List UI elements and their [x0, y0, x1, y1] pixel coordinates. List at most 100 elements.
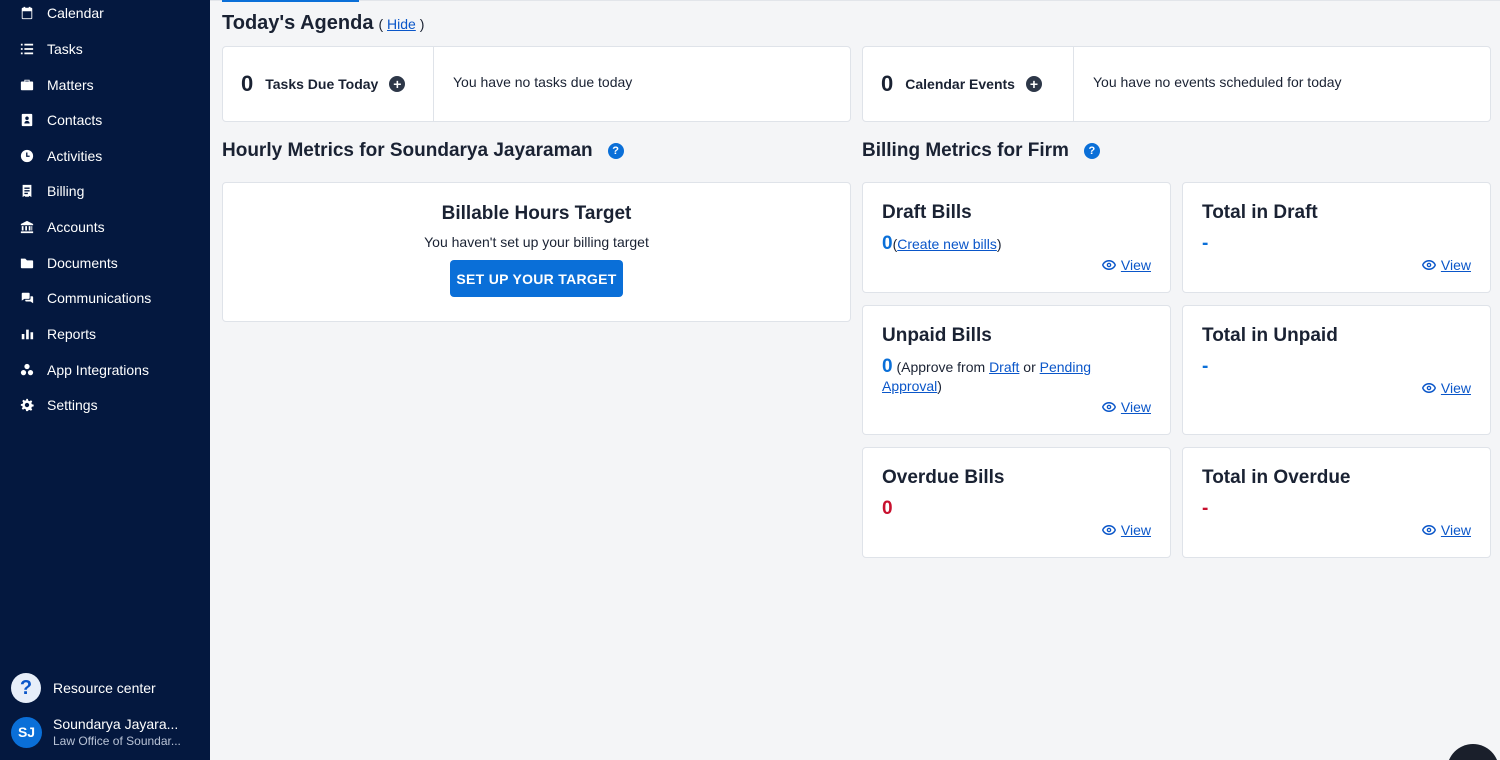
sidebar-item-label: Activities	[47, 148, 103, 164]
gear-icon	[19, 398, 34, 413]
sidebar-item-tasks[interactable]: Tasks	[0, 34, 210, 64]
sidebar-item-matters[interactable]: Matters	[0, 70, 210, 100]
sidebar-item-label: Communications	[47, 290, 152, 306]
unpaid-text: (Approve from	[896, 359, 986, 375]
total-draft-value: -	[1202, 233, 1209, 254]
bar-chart-icon	[19, 327, 34, 342]
sidebar-item-label: Calendar	[47, 5, 104, 21]
sidebar-item-app-integrations[interactable]: App Integrations	[0, 355, 210, 385]
help-icon: ?	[11, 673, 41, 703]
list-icon	[19, 42, 34, 57]
sidebar-item-activities[interactable]: Activities	[0, 141, 210, 171]
receipt-icon	[19, 184, 34, 199]
add-event-icon[interactable]: +	[1025, 76, 1042, 92]
sidebar-item-settings[interactable]: Settings	[0, 390, 210, 420]
unpaid-bills-view-link[interactable]: View	[1101, 399, 1151, 415]
calendar-events-card: 0 Calendar Events + You have no events s…	[862, 46, 1491, 122]
chat-launcher-button[interactable]	[1447, 744, 1499, 760]
total-unpaid-card: Total in Unpaid - View	[1182, 305, 1491, 435]
sidebar-item-contacts[interactable]: Contacts	[0, 105, 210, 135]
view-label: View	[1120, 257, 1151, 273]
view-label: View	[1440, 380, 1471, 396]
calendar-events-empty: You have no events scheduled for today	[1093, 74, 1342, 90]
total-unpaid-value-row: -	[1202, 357, 1452, 377]
view-label: View	[1120, 522, 1151, 538]
hide-agenda-link[interactable]: Hide	[387, 16, 416, 32]
billing-help-icon[interactable]: ?	[1083, 143, 1100, 159]
or-text: or	[1023, 359, 1036, 375]
total-draft-view-link[interactable]: View	[1421, 257, 1471, 273]
draft-bills-value: 0(Create new bills)	[882, 234, 1132, 254]
paren-close: )	[937, 378, 942, 394]
view-label: View	[1440, 257, 1471, 273]
draft-link[interactable]: Draft	[989, 359, 1019, 375]
view-label: View	[1120, 399, 1151, 415]
billing-metrics-title: Billing Metrics for Firm ?	[862, 140, 1100, 162]
billable-hours-text: You haven't set up your billing target	[424, 234, 649, 250]
total-unpaid-title: Total in Unpaid	[1202, 325, 1338, 346]
calendar-icon	[19, 6, 34, 21]
sidebar-item-label: Documents	[47, 255, 118, 271]
eye-icon	[1101, 402, 1116, 412]
set-up-target-button[interactable]: SET UP YOUR TARGET	[450, 260, 623, 297]
total-draft-title: Total in Draft	[1202, 202, 1318, 223]
add-task-icon[interactable]: +	[389, 76, 406, 92]
user-name: Soundarya Jayara...	[53, 715, 179, 732]
overdue-bills-title: Overdue Bills	[882, 467, 1005, 488]
sidebar-item-accounts[interactable]: Accounts	[0, 212, 210, 242]
tasks-due-empty: You have no tasks due today	[453, 74, 633, 90]
total-overdue-value-row: -	[1202, 499, 1452, 519]
sidebar-item-label: Contacts	[47, 112, 103, 128]
sidebar-item-label: Reports	[47, 326, 97, 342]
total-overdue-title: Total in Overdue	[1202, 467, 1351, 488]
tasks-due-card: 0 Tasks Due Today + You have no tasks du…	[222, 46, 851, 122]
sidebar-item-documents[interactable]: Documents	[0, 248, 210, 278]
unpaid-bills-card: Unpaid Bills 0 (Approve from Draft or Pe…	[862, 305, 1171, 435]
page-title: Today's Agenda	[222, 12, 374, 34]
overdue-bills-card: Overdue Bills 0 View	[862, 447, 1171, 558]
total-unpaid-value: -	[1202, 356, 1209, 377]
total-unpaid-view-link[interactable]: View	[1421, 380, 1471, 396]
billing-metrics-heading: Billing Metrics for Firm	[862, 140, 1069, 161]
user-firm: Law Office of Soundar...	[53, 733, 181, 748]
calendar-events-count: 0	[881, 71, 894, 96]
briefcase-icon	[19, 78, 34, 93]
total-draft-value-row: -	[1202, 234, 1452, 254]
user-menu[interactable]: SJ Soundarya Jayara... Law Office of Sou…	[11, 715, 201, 749]
hourly-metrics-heading: Hourly Metrics for Soundarya Jayaraman	[222, 140, 593, 161]
sidebar-item-billing[interactable]: Billing	[0, 176, 210, 206]
total-draft-card: Total in Draft - View	[1182, 182, 1491, 293]
bank-icon	[19, 220, 34, 235]
resource-center-label: Resource center	[53, 680, 156, 696]
integrations-icon	[19, 363, 34, 378]
total-overdue-view-link[interactable]: View	[1421, 522, 1471, 538]
paren-open: (	[378, 16, 384, 32]
sidebar-item-reports[interactable]: Reports	[0, 319, 210, 349]
eye-icon	[1421, 260, 1436, 270]
draft-bills-title: Draft Bills	[882, 202, 972, 223]
sidebar: Calendar Tasks Matters Contacts Activiti…	[0, 0, 210, 760]
eye-icon	[1101, 260, 1116, 270]
draft-bills-count: 0	[882, 233, 893, 254]
sidebar-item-label: Billing	[47, 183, 85, 199]
tasks-due-label: Tasks Due Today	[265, 76, 379, 92]
sidebar-item-communications[interactable]: Communications	[0, 283, 210, 313]
overdue-bills-view-link[interactable]: View	[1101, 522, 1151, 538]
calendar-events-summary: 0 Calendar Events +	[863, 47, 1074, 121]
create-new-bills-link[interactable]: Create new bills	[897, 236, 997, 252]
unpaid-bills-value: 0 (Approve from Draft or Pending Approva…	[882, 357, 1132, 396]
sidebar-item-label: Settings	[47, 397, 98, 413]
eye-icon	[1421, 383, 1436, 393]
resource-center-button[interactable]: ? Resource center	[11, 673, 201, 703]
billable-hours-title: Billable Hours Target	[441, 203, 632, 224]
active-tab-indicator	[222, 0, 359, 2]
eye-icon	[1101, 525, 1116, 535]
sidebar-item-calendar[interactable]: Calendar	[0, 0, 210, 28]
calendar-events-label: Calendar Events	[905, 76, 1015, 92]
paren-close: )	[996, 236, 1002, 252]
sidebar-item-label: Tasks	[47, 41, 83, 57]
draft-bills-view-link[interactable]: View	[1101, 257, 1151, 273]
hourly-help-icon[interactable]: ?	[607, 143, 624, 159]
view-label: View	[1440, 522, 1471, 538]
sidebar-item-label: Matters	[47, 77, 94, 93]
